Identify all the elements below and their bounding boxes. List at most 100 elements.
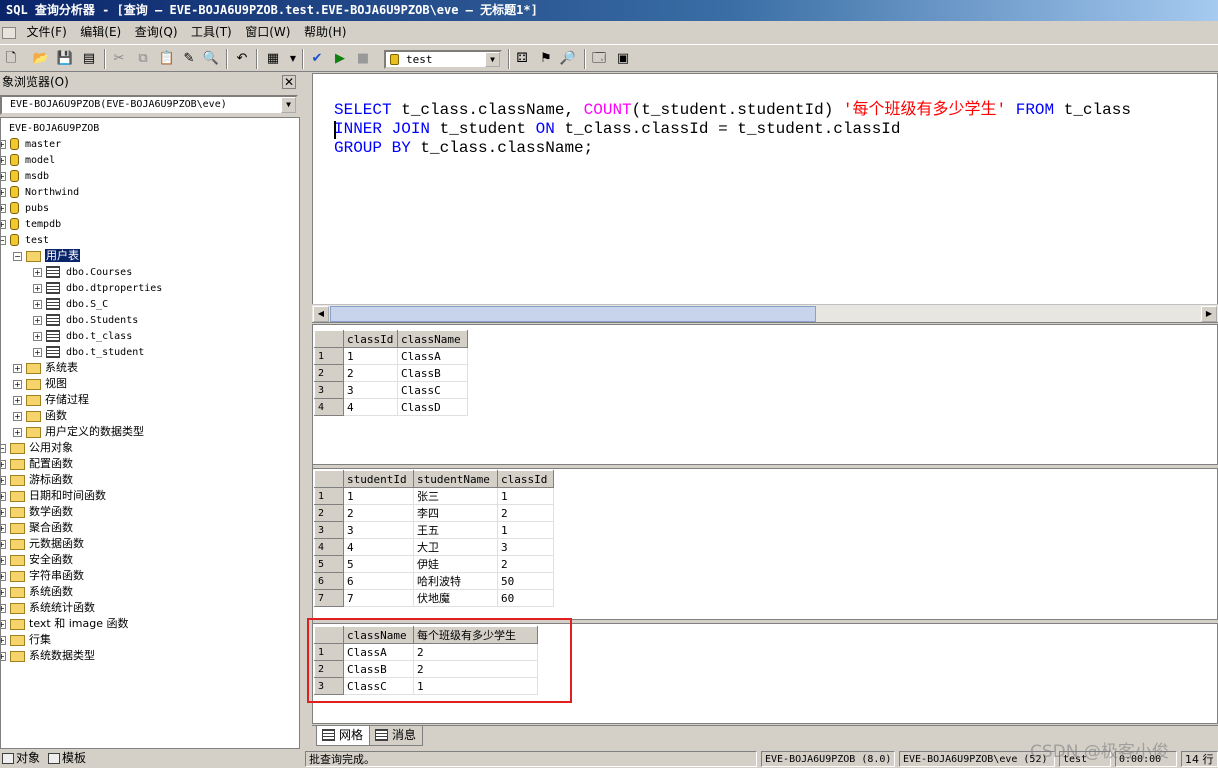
result-grid-classes[interactable]: classId className 1 1 ClassA 2 2 ClassB 3 3 Cl… (314, 330, 1218, 416)
index-tuning-icon[interactable]: 🔎 (559, 50, 577, 67)
tree-common-item[interactable]: +text 和 image 函数 (1, 616, 128, 632)
folder-icon (10, 474, 25, 486)
tree-folder[interactable]: + 函数 (13, 408, 67, 424)
scroll-left-icon[interactable]: ◀ (313, 306, 329, 322)
menu-help[interactable]: 帮助(H) (299, 22, 351, 43)
table-row: 2 2 李四 2 (314, 504, 554, 522)
tree-table[interactable]: + dbo.t_student (33, 344, 144, 360)
result-grid-students[interactable]: studentId studentName classId 1 1 张三 1 2 2 李四… (314, 470, 1218, 607)
tree-folder[interactable]: + 存储过程 (13, 392, 89, 408)
cut-icon[interactable]: ✂ (110, 50, 128, 67)
tree-common-item[interactable]: +聚合函数 (1, 520, 73, 536)
tree-db-test[interactable]: −test (1, 232, 49, 248)
find-icon[interactable]: 🔍 (202, 50, 220, 67)
tree-db-northwind[interactable]: +Northwind (1, 184, 79, 200)
tree-common-item[interactable]: +字符串函数 (1, 568, 84, 584)
menu-tools[interactable]: 工具(T) (186, 22, 237, 43)
editor-horizontal-scrollbar[interactable]: ◀ ▶ (312, 304, 1218, 322)
folder-icon (10, 522, 25, 534)
save-icon[interactable]: 💾 (56, 50, 74, 67)
display-plan-icon[interactable]: ⚃ (513, 50, 531, 67)
tree-common-objects[interactable]: −公用对象 (1, 440, 73, 456)
table-icon (46, 282, 60, 294)
menu-bar: 文件(F) 编辑(E) 查询(Q) 工具(T) 窗口(W) 帮助(H) (0, 22, 1218, 43)
stop-icon[interactable]: ■ (354, 50, 372, 67)
copy-icon[interactable]: ⧉ (134, 50, 152, 67)
database-icon (10, 154, 19, 166)
tree-db-master[interactable]: +master (1, 136, 61, 152)
tree-table[interactable]: + dbo.t_class (33, 328, 132, 344)
database-icon (390, 54, 399, 65)
menu-query[interactable]: 查询(Q) (130, 22, 183, 43)
tree-folder[interactable]: + 系统表 (13, 360, 78, 376)
tab-objects[interactable]: 对象 (2, 750, 40, 768)
undo-icon[interactable]: ↶ (233, 50, 251, 67)
column-header[interactable]: className (397, 330, 468, 348)
column-header[interactable]: studentName (413, 470, 498, 488)
tree-db-msdb[interactable]: +msdb (1, 168, 49, 184)
tree-folder[interactable]: + 用户定义的数据类型 (13, 424, 144, 440)
menu-edit[interactable]: 编辑(E) (75, 22, 126, 43)
folder-icon (26, 250, 41, 262)
table-icon (46, 314, 60, 326)
object-search-icon[interactable]: ▣ (614, 50, 632, 67)
tree-user-tables[interactable]: − 用户表 (13, 248, 80, 264)
column-header[interactable]: classId (497, 470, 554, 488)
tree-common-item[interactable]: +系统统计函数 (1, 600, 95, 616)
close-icon[interactable]: ✕ (282, 75, 296, 89)
tree-db-model[interactable]: +model (1, 152, 55, 168)
column-header[interactable]: studentId (343, 470, 414, 488)
tree-root[interactable]: EVE-BOJA6U9PZOB (9, 120, 99, 136)
menu-window[interactable]: 窗口(W) (240, 22, 295, 43)
clear-icon[interactable]: ✎ (180, 50, 198, 67)
dropdown-arrow-icon[interactable]: ▼ (281, 97, 296, 113)
tree-common-item[interactable]: +安全函数 (1, 552, 73, 568)
menu-file[interactable]: 文件(F) (22, 22, 72, 43)
folder-icon (10, 458, 25, 470)
tree-common-item[interactable]: +日期和时间函数 (1, 488, 106, 504)
paste-icon[interactable]: 📋 (158, 50, 176, 67)
folder-icon (10, 602, 25, 614)
tree-db-tempdb[interactable]: +tempdb (1, 216, 61, 232)
open-file-icon[interactable]: 📂 (32, 50, 50, 67)
tree-table[interactable]: + dbo.dtproperties (33, 280, 162, 296)
query-editor[interactable]: SELECT t_class.className, COUNT(t_studen… (312, 73, 1218, 323)
tree-folder[interactable]: + 视图 (13, 376, 67, 392)
table-icon (46, 298, 60, 310)
tree-common-item[interactable]: +游标函数 (1, 472, 73, 488)
save-grid-icon[interactable]: ▤ (80, 50, 98, 67)
app-icon[interactable] (2, 27, 16, 39)
dropdown-arrow-icon[interactable]: ▼ (485, 52, 500, 67)
scroll-thumb[interactable] (330, 306, 816, 322)
scroll-right-icon[interactable]: ▶ (1201, 306, 1217, 322)
chevron-down-icon[interactable]: ▼ (284, 50, 302, 67)
tree-common-item[interactable]: +行集 (1, 632, 51, 648)
status-message: 批查询完成。 (305, 751, 757, 767)
sql-line-3: GROUP BY t_class.className; (334, 139, 594, 157)
database-select[interactable]: test ▼ (384, 50, 502, 69)
results-grid-icon[interactable]: ▦ (264, 50, 282, 67)
folder-icon (10, 570, 25, 582)
grid-splitter[interactable] (313, 464, 1218, 469)
execute-icon[interactable]: ▶ (331, 50, 349, 67)
tree-table[interactable]: + dbo.Students (33, 312, 138, 328)
tree-common-item[interactable]: +配置函数 (1, 456, 73, 472)
tree-table[interactable]: + dbo.Courses (33, 264, 132, 280)
tree-common-item[interactable]: +元数据函数 (1, 536, 84, 552)
tab-messages[interactable]: 消息 (369, 726, 424, 746)
tree-common-item[interactable]: +系统数据类型 (1, 648, 95, 664)
table-row: 3 3 ClassC (314, 381, 468, 399)
tree-db-pubs[interactable]: +pubs (1, 200, 49, 216)
tab-grid[interactable]: 网格 (316, 726, 371, 746)
tree-common-item[interactable]: +数学函数 (1, 504, 73, 520)
server-select[interactable]: EVE-BOJA6U9PZOB(EVE-BOJA6U9PZOB\eve) ▼ (0, 95, 298, 115)
tab-templates[interactable]: 模板 (48, 750, 86, 768)
tree-common-item[interactable]: +系统函数 (1, 584, 73, 600)
table-row: 4 4 ClassD (314, 398, 468, 416)
object-browser-icon[interactable]: 🗔 (590, 50, 608, 67)
column-header[interactable]: classId (343, 330, 398, 348)
new-query-icon[interactable]: 🗋 (2, 50, 20, 67)
tree-table[interactable]: + dbo.S_C (33, 296, 108, 312)
show-plan-icon[interactable]: ⚑ (537, 50, 555, 67)
parse-check-icon[interactable]: ✔ (308, 50, 326, 67)
